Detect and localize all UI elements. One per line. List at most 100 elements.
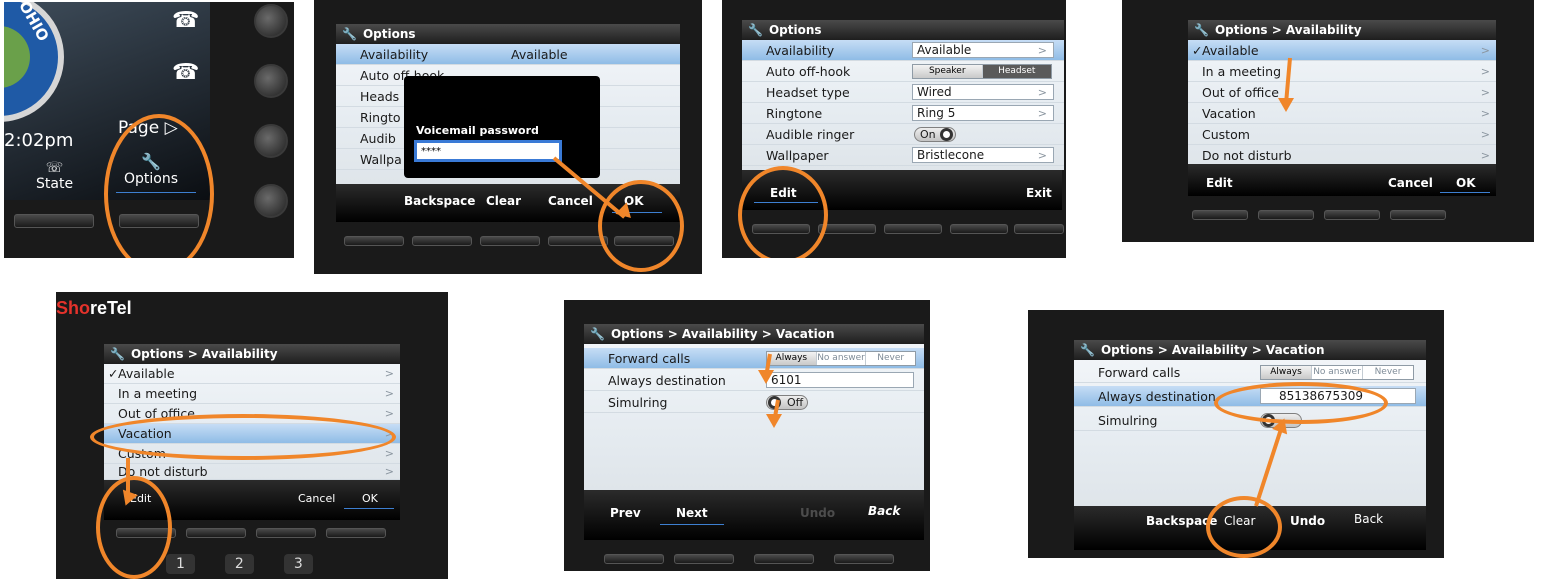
list-item[interactable]: Do not disturb > bbox=[104, 464, 400, 480]
always-option[interactable]: Always bbox=[767, 351, 817, 365]
toggle-knob bbox=[940, 128, 953, 141]
list-item[interactable]: Do not disturb > bbox=[1188, 145, 1496, 164]
edit-softkey[interactable]: Edit bbox=[1206, 176, 1233, 190]
phone-icon[interactable]: ☎ bbox=[172, 60, 199, 85]
backspace-softkey[interactable]: Backspace bbox=[404, 194, 475, 208]
cancel-softkey[interactable]: Cancel bbox=[298, 492, 335, 505]
list-item[interactable]: Vacation > bbox=[1188, 103, 1496, 124]
seal-inner bbox=[4, 26, 30, 88]
undo-softkey[interactable]: Undo bbox=[800, 506, 835, 520]
row-label: In a meeting bbox=[118, 386, 198, 401]
list-item[interactable]: Headset type Wired > bbox=[742, 82, 1064, 103]
list-item[interactable]: Forward calls Always No answer Never bbox=[1074, 362, 1426, 383]
list-item[interactable]: Audible ringer On bbox=[742, 124, 1064, 145]
phone-screen: 🔧 Options Availability Available Auto off… bbox=[336, 24, 680, 184]
softkey-hw[interactable] bbox=[480, 236, 540, 246]
clear-softkey[interactable]: Clear bbox=[486, 194, 521, 208]
softkey-hw[interactable] bbox=[754, 554, 814, 564]
audible-ringer-toggle[interactable]: On bbox=[914, 127, 956, 142]
wrench-icon: 🔧 bbox=[1194, 23, 1209, 37]
line-button[interactable] bbox=[254, 4, 288, 38]
list-item[interactable]: Custom > bbox=[1188, 124, 1496, 145]
forward-segmented[interactable]: Always No answer Never bbox=[1260, 364, 1414, 380]
step-6-photo: 🔧 Options > Availability > Vacation Forw… bbox=[564, 300, 930, 571]
arrow-head bbox=[758, 370, 774, 384]
highlight-ellipse bbox=[90, 414, 396, 460]
list-item[interactable]: Auto off-hook Speaker Headset bbox=[742, 61, 1064, 82]
list-item[interactable]: Always destination 6101 bbox=[584, 370, 924, 391]
row-value: Wired > bbox=[912, 84, 1054, 100]
softkey-hw[interactable] bbox=[326, 528, 386, 538]
next-softkey[interactable]: Next bbox=[676, 506, 708, 520]
brand-logo: ShoreTel bbox=[56, 298, 132, 319]
no-answer-option[interactable]: No answer bbox=[1312, 365, 1363, 379]
softkey-row bbox=[564, 552, 930, 566]
keypad-key-1[interactable]: 1 bbox=[166, 554, 195, 574]
keypad-key-3[interactable]: 3 bbox=[283, 554, 313, 574]
softkey-hw[interactable] bbox=[950, 224, 1008, 234]
always-option[interactable]: Always bbox=[1261, 365, 1312, 379]
title-bar: 🔧 Options bbox=[336, 24, 680, 44]
password-input[interactable]: **** bbox=[414, 140, 562, 162]
checkmark-icon: ✓ bbox=[1192, 42, 1203, 58]
undo-softkey[interactable]: Undo bbox=[1290, 514, 1325, 528]
list-item[interactable]: Availability Available > bbox=[742, 40, 1064, 61]
list-item[interactable]: Wallpaper Bristlecone > bbox=[742, 145, 1064, 166]
destination-input[interactable]: 6101 bbox=[766, 372, 914, 388]
softkey-hw[interactable] bbox=[834, 554, 894, 564]
softkey-hw[interactable] bbox=[186, 528, 246, 538]
softkey-hw[interactable] bbox=[412, 236, 472, 246]
list-item[interactable]: In a meeting > bbox=[1188, 61, 1496, 82]
list-item[interactable]: Out of office > bbox=[1188, 82, 1496, 103]
highlight-circle bbox=[96, 476, 172, 579]
back-softkey[interactable]: Back bbox=[1354, 512, 1383, 526]
list-item[interactable]: Availability Available bbox=[336, 44, 680, 65]
offhook-segmented[interactable]: Speaker Headset bbox=[912, 63, 1052, 79]
state-softkey[interactable]: ☏ State bbox=[36, 160, 73, 192]
prev-softkey[interactable]: Prev bbox=[610, 506, 641, 520]
row-label: Availability bbox=[766, 42, 835, 58]
softkey-hw[interactable] bbox=[1014, 224, 1064, 234]
list-item[interactable]: ✓ Available > bbox=[1188, 40, 1496, 61]
speaker-option[interactable]: Speaker bbox=[913, 64, 983, 78]
line-button[interactable] bbox=[254, 184, 288, 218]
no-answer-option[interactable]: No answer bbox=[817, 351, 867, 365]
softkey-hw[interactable] bbox=[344, 236, 404, 246]
exit-softkey[interactable]: Exit bbox=[1026, 186, 1052, 200]
softkey-hw[interactable] bbox=[1390, 210, 1446, 220]
never-option[interactable]: Never bbox=[866, 352, 915, 365]
list-item[interactable]: ✓ Available > bbox=[104, 364, 400, 384]
softkey-hw[interactable] bbox=[1258, 210, 1314, 220]
cancel-softkey[interactable]: Cancel bbox=[1388, 176, 1433, 190]
chevron-right-icon: > bbox=[1480, 148, 1490, 162]
list-item[interactable]: Simulring Off bbox=[584, 392, 924, 413]
back-softkey[interactable]: Back bbox=[868, 504, 900, 518]
ok-softkey[interactable]: OK bbox=[362, 492, 378, 505]
simulring-toggle[interactable]: Off bbox=[766, 395, 808, 410]
headset-option[interactable]: Headset bbox=[982, 64, 1051, 78]
line-button[interactable] bbox=[254, 64, 288, 98]
chevron-right-icon: > bbox=[1480, 106, 1490, 120]
phone-icon[interactable]: ☎ bbox=[172, 8, 199, 33]
softkey-hw[interactable] bbox=[1192, 210, 1248, 220]
forward-segmented[interactable]: Always No answer Never bbox=[766, 350, 916, 366]
softkey-hw[interactable] bbox=[674, 554, 734, 564]
ok-softkey[interactable]: OK bbox=[1456, 176, 1476, 190]
softkey-hw[interactable] bbox=[256, 528, 316, 538]
screen-title: Options > Availability bbox=[130, 347, 278, 361]
softkey-hw[interactable] bbox=[1324, 210, 1380, 220]
never-option[interactable]: Never bbox=[1363, 366, 1413, 379]
softkey-hw[interactable] bbox=[604, 554, 664, 564]
line-button[interactable] bbox=[254, 124, 288, 158]
keypad-key-2[interactable]: 2 bbox=[224, 554, 254, 574]
chevron-right-icon: > bbox=[1480, 43, 1490, 57]
chevron-right-icon: > bbox=[1037, 85, 1047, 99]
list-item[interactable]: Ringtone Ring 5 > bbox=[742, 103, 1064, 124]
cancel-softkey[interactable]: Cancel bbox=[548, 194, 593, 208]
softkey-hw[interactable] bbox=[14, 214, 94, 228]
highlight-ellipse bbox=[1214, 382, 1388, 424]
list-item[interactable]: Forward calls Always No answer Never bbox=[584, 348, 924, 369]
toggle-text: Off bbox=[787, 396, 804, 409]
list-item[interactable]: In a meeting > bbox=[104, 384, 400, 404]
softkey-hw[interactable] bbox=[884, 224, 942, 234]
